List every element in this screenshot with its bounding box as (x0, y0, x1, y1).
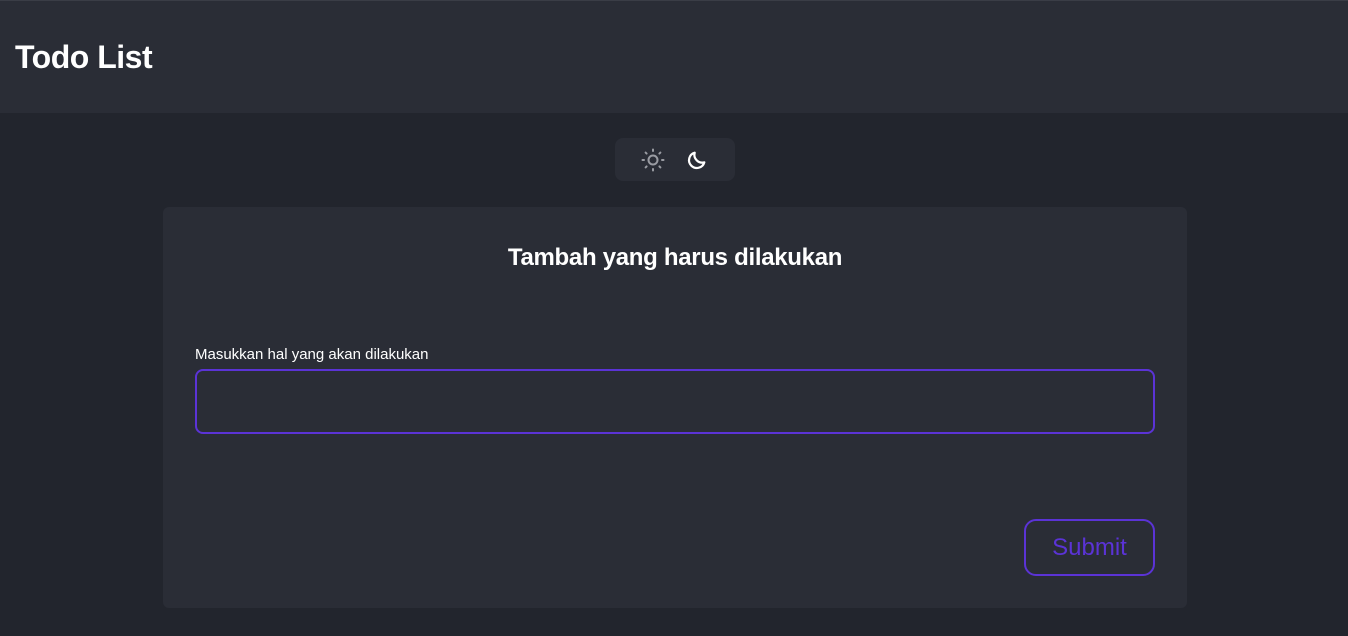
todo-input-label: Masukkan hal yang akan dilakukan (195, 346, 429, 363)
moon-icon (687, 151, 706, 170)
theme-toggle (615, 138, 735, 181)
sun-icon (641, 148, 665, 172)
light-mode-button[interactable] (640, 147, 666, 173)
app-title: Todo List (15, 39, 153, 75)
dark-mode-button[interactable] (684, 147, 710, 173)
todo-input[interactable] (195, 369, 1155, 434)
app-header: Todo List (0, 0, 1348, 113)
submit-button[interactable]: Submit (1024, 519, 1155, 576)
form-title: Tambah yang harus dilakukan (507, 244, 843, 271)
add-todo-card: Tambah yang harus dilakukan Masukkan hal… (163, 207, 1187, 608)
